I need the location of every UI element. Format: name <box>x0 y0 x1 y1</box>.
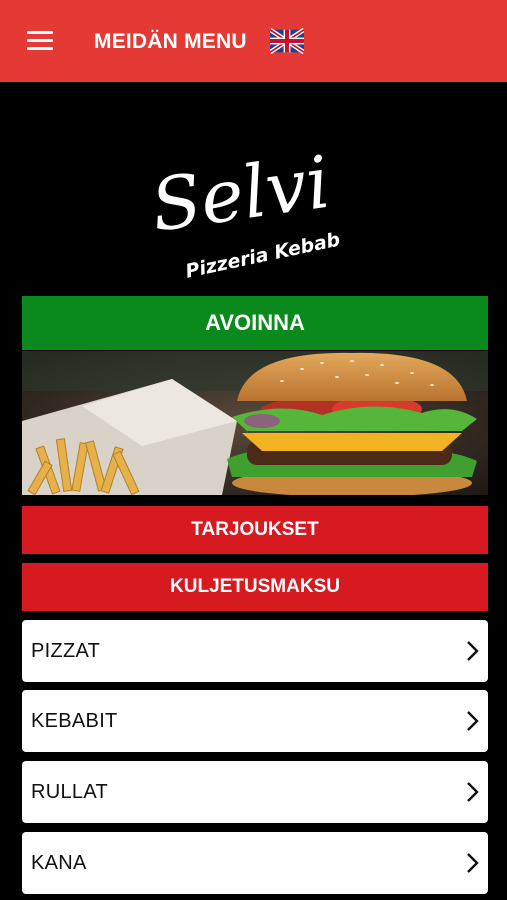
chevron-right-icon <box>467 782 479 802</box>
category-label: KEBABIT <box>31 709 118 732</box>
category-item-pizzat[interactable]: PIZZAT <box>22 620 488 682</box>
logo-name: Selvi <box>146 140 335 248</box>
offers-button[interactable]: TARJOUKSET <box>22 506 488 554</box>
category-label: KANA <box>31 851 87 874</box>
category-label: RULLAT <box>31 780 109 803</box>
delivery-fee-button[interactable]: KULJETUSMAKSU <box>22 563 488 611</box>
page-title: MEIDÄN MENU <box>94 30 247 53</box>
open-status-banner: AVOINNA <box>22 296 488 350</box>
selvi-logo: Selvi Pizzeria Kebab <box>146 140 342 278</box>
category-item-rullat[interactable]: RULLAT <box>22 761 488 823</box>
category-item-kana[interactable]: KANA <box>22 832 488 894</box>
chevron-right-icon <box>467 641 479 661</box>
uk-flag-icon[interactable] <box>270 28 304 54</box>
burger-and-fries-photo <box>22 351 488 495</box>
chevron-right-icon <box>467 853 479 873</box>
category-item-kebabit[interactable]: KEBABIT <box>22 690 488 752</box>
chevron-right-icon <box>467 711 479 731</box>
category-label: PIZZAT <box>31 639 101 662</box>
app-header: MEIDÄN MENU <box>0 0 507 82</box>
hamburger-menu-icon[interactable] <box>27 31 53 51</box>
